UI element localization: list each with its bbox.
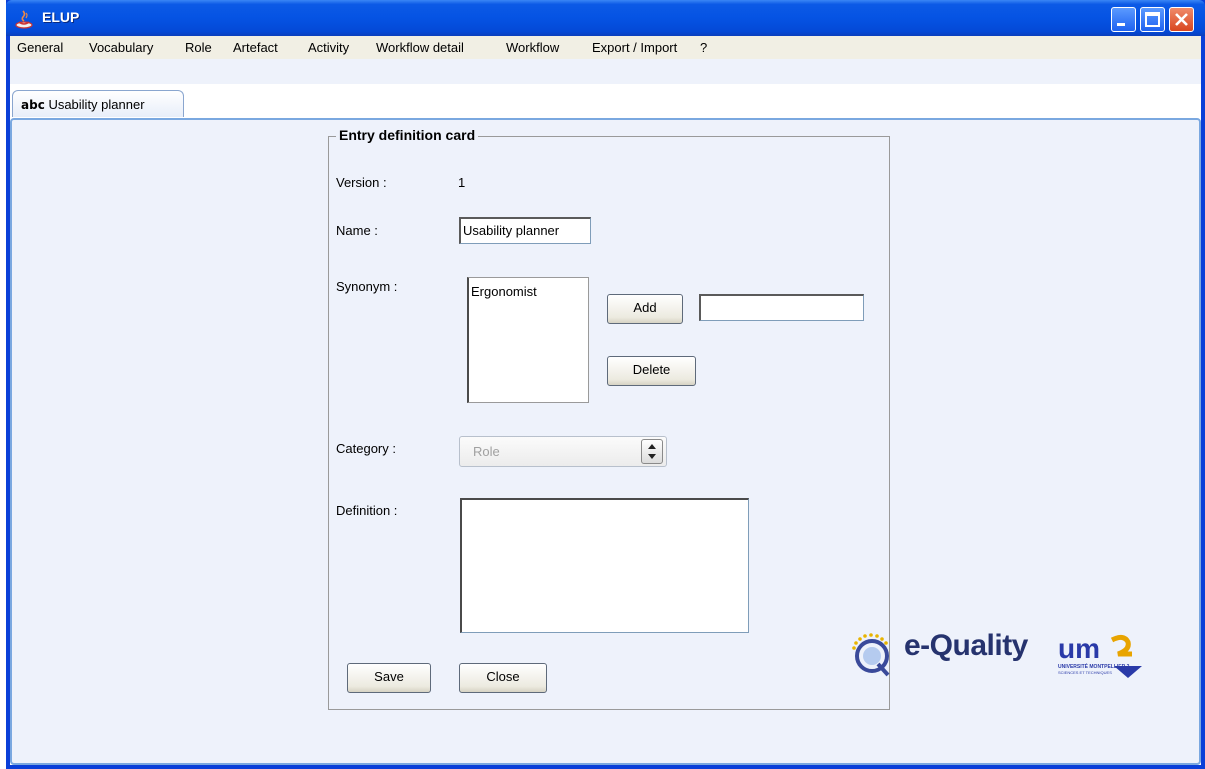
add-button[interactable]: Add [607,294,683,324]
menu-general[interactable]: General [17,40,63,55]
tab-label: Usability planner [48,97,145,112]
e-quality-logo-text: e-Quality [904,629,1028,662]
updown-arrow-icon [641,439,663,464]
svg-text:SCIENCES ET TECHNIQUES: SCIENCES ET TECHNIQUES [1058,670,1112,675]
svg-text:um: um [1058,633,1100,664]
list-item[interactable]: Ergonomist [471,284,586,299]
save-button[interactable]: Save [347,663,431,693]
menu-workflow-detail[interactable]: Workflow detail [376,40,464,55]
synonym-input[interactable] [699,294,864,321]
e-quality-logo-icon [852,633,890,677]
minimize-icon [1117,23,1125,26]
java-icon [15,10,33,29]
category-value: Role [473,444,500,459]
tab-strip [10,59,1201,84]
university-montpellier-logo: um UNIVERSITÉ MONTPELLIER 2 SCIENCES ET … [1058,633,1142,678]
menu-activity[interactable]: Activity [308,40,349,55]
menu-vocabulary[interactable]: Vocabulary [89,40,153,55]
tab-usability-planner[interactable]: abc Usability planner [12,90,184,117]
definition-textarea[interactable] [460,498,749,633]
synonym-label: Synonym : [336,279,398,294]
maximize-icon [1145,12,1160,27]
menu-role[interactable]: Role [185,40,212,55]
menu-bar: General Vocabulary Role Artefact Activit… [10,36,1201,59]
window-title: ELUP [42,9,80,25]
definition-label: Definition : [336,503,398,518]
menu-export-import[interactable]: Export / Import [592,40,677,55]
menu-artefact[interactable]: Artefact [233,40,278,55]
menu-workflow[interactable]: Workflow [506,40,559,55]
close-window-button[interactable] [1169,7,1194,32]
name-field[interactable]: Usability planner [459,217,591,244]
version-label: Version : [336,175,387,190]
tab-badge: abc [21,98,45,112]
title-bar[interactable]: ELUP [6,0,1205,36]
version-value: 1 [458,175,466,190]
synonym-list[interactable]: Ergonomist [467,277,589,403]
name-label: Name : [336,223,378,238]
close-button[interactable]: Close [459,663,547,693]
category-label: Category : [336,441,396,456]
category-select[interactable]: Role [459,436,667,467]
maximize-button[interactable] [1140,7,1165,32]
card-title: Entry definition card [336,127,479,143]
menu-help[interactable]: ? [700,40,707,55]
delete-button[interactable]: Delete [607,356,696,386]
minimize-button[interactable] [1111,7,1136,32]
close-icon [1175,13,1188,26]
